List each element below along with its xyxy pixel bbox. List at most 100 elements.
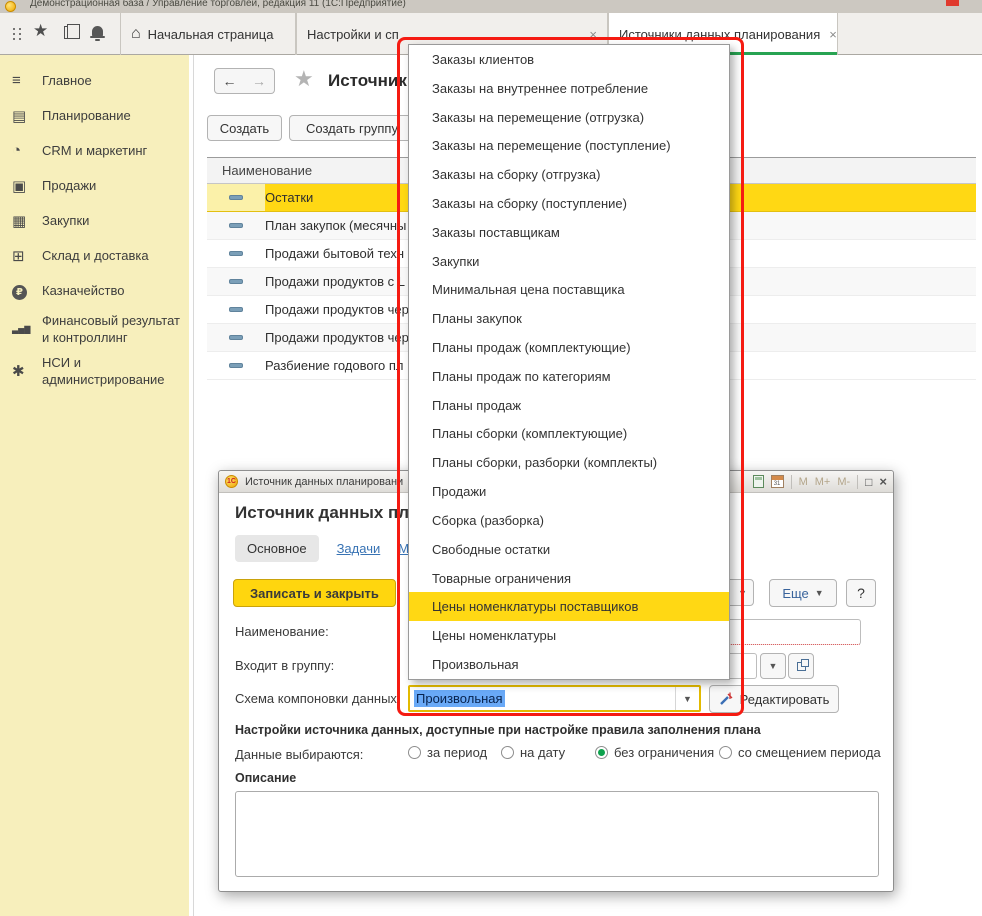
dropdown-item[interactable]: Планы продаж (комплектующие) <box>409 333 729 362</box>
dropdown-item[interactable]: Заказы поставщикам <box>409 218 729 247</box>
dropdown-item[interactable]: Планы продаж по категориям <box>409 362 729 391</box>
dropdown-item[interactable]: Минимальная цена поставщика <box>409 276 729 305</box>
sidebar-item-label: Финансовый результат и контроллинг <box>42 312 182 346</box>
tab-close-icon[interactable] <box>829 27 837 42</box>
item-dash-icon <box>229 279 243 284</box>
sidebar-item-label: Склад и доставка <box>42 247 182 264</box>
data-select-row: Данные выбираются: за период на дату без… <box>219 745 893 765</box>
group-dropdown-button[interactable] <box>760 653 786 679</box>
home-icon <box>131 25 141 43</box>
sidebar-item-label: НСИ и администрирование <box>42 354 182 388</box>
radio-icon <box>719 746 732 759</box>
favorite-star-icon[interactable] <box>294 66 314 92</box>
tab-main[interactable]: Основное <box>235 535 319 562</box>
tab-home[interactable]: Начальная страница <box>120 13 296 55</box>
back-icon <box>223 73 237 89</box>
item-dash-icon <box>229 223 243 228</box>
dropdown-item[interactable]: Товарные ограничения <box>409 564 729 593</box>
dropdown-item[interactable]: Свободные остатки <box>409 535 729 564</box>
sidebar: ≡ Главное ▤ Планирование ◔ CRM и маркети… <box>0 55 189 916</box>
dropdown-item[interactable]: Заказы клиентов <box>409 45 729 74</box>
create-group-button[interactable]: Создать группу <box>289 115 415 141</box>
sidebar-item-label: Продажи <box>42 177 182 194</box>
window-title: Демонстрационная база / Управление торго… <box>30 0 406 9</box>
calendar-icon[interactable]: 31 <box>771 475 784 488</box>
sidebar-item-main[interactable]: ≡ Главное <box>0 63 189 98</box>
edit-scheme-button[interactable]: Редактировать <box>709 685 839 713</box>
tab-close-icon[interactable] <box>589 27 597 42</box>
dropdown-item-highlighted[interactable]: Цены номенклатуры поставщиков <box>409 592 729 621</box>
scheme-combobox[interactable]: Произвольная <box>408 685 701 712</box>
chevron-down-icon <box>738 588 747 598</box>
dropdown-item[interactable]: Цены номенклатуры <box>409 621 729 650</box>
back-button[interactable] <box>214 68 245 94</box>
sidebar-item-finance[interactable]: ▃▅▇ Финансовый результат и контроллинг <box>0 308 189 350</box>
help-button[interactable]: ? <box>846 579 876 607</box>
sidebar-item-admin[interactable]: ✱ НСИ и администрирование <box>0 350 189 392</box>
radio-date[interactable]: на дату <box>501 745 565 760</box>
memory-mminus-button[interactable]: M- <box>837 476 850 488</box>
radio-label: за период <box>427 745 487 760</box>
more-button[interactable]: Еще <box>769 579 837 607</box>
dropdown-item[interactable]: Заказы на сборку (отгрузка) <box>409 160 729 189</box>
dropdown-item[interactable]: Сборка (разборка) <box>409 506 729 535</box>
memory-mplus-button[interactable]: M+ <box>815 476 831 488</box>
dropdown-item[interactable]: Закупки <box>409 247 729 276</box>
dropdown-item[interactable]: Заказы на сборку (поступление) <box>409 189 729 218</box>
settings-header: Настройки источника данных, доступные пр… <box>235 723 761 737</box>
scheme-dropdown-list: Заказы клиентов Заказы на внутреннее пот… <box>408 44 730 680</box>
scheme-dropdown-button[interactable] <box>675 687 699 710</box>
window-titlebar: Демонстрационная база / Управление торго… <box>0 0 982 13</box>
create-button[interactable]: Создать <box>207 115 282 141</box>
name-field-label: Наименование: <box>235 624 329 639</box>
sidebar-item-label: Закупки <box>42 212 182 229</box>
radio-checked-icon <box>595 746 608 759</box>
maximize-icon[interactable] <box>865 475 872 489</box>
sidebar-item-label: CRM и маркетинг <box>42 142 182 159</box>
sidebar-item-crm[interactable]: ◔ CRM и маркетинг <box>0 133 189 168</box>
close-icon[interactable] <box>879 474 887 489</box>
more-label: Еще <box>782 586 808 601</box>
dropdown-item[interactable]: Произвольная <box>409 650 729 679</box>
favorites-icon[interactable] <box>33 21 48 41</box>
row-icon-cell <box>207 268 265 295</box>
data-select-label: Данные выбираются: <box>235 747 363 762</box>
sidebar-item-planning[interactable]: ▤ Планирование <box>0 98 189 133</box>
dropdown-item[interactable]: Планы сборки, разборки (комплекты) <box>409 448 729 477</box>
history-icon[interactable] <box>64 26 75 39</box>
memory-m-button[interactable]: M <box>799 476 808 488</box>
chevron-down-icon <box>683 694 692 704</box>
finance-chart-icon: ▃▅▇ <box>12 325 42 334</box>
dropdown-item[interactable]: Планы закупок <box>409 304 729 333</box>
group-field-label: Входит в группу: <box>235 658 334 673</box>
save-and-close-button[interactable]: Записать и закрыть <box>233 579 396 607</box>
dropdown-item[interactable]: Продажи <box>409 477 729 506</box>
calculator-icon[interactable] <box>753 475 764 488</box>
scheme-selected-value: Произвольная <box>414 690 505 707</box>
dropdown-item[interactable]: Заказы на внутреннее потребление <box>409 74 729 103</box>
dropdown-item[interactable]: Планы сборки (комплектующие) <box>409 420 729 449</box>
dropdown-item[interactable]: Заказы на перемещение (отгрузка) <box>409 103 729 132</box>
radio-period[interactable]: за период <box>408 745 487 760</box>
radio-no-limit[interactable]: без ограничения <box>595 745 714 760</box>
item-dash-icon <box>229 307 243 312</box>
tab-settings-label: Настройки и сп <box>307 27 399 42</box>
description-textarea[interactable] <box>235 791 879 877</box>
sidebar-item-sales[interactable]: ▣ Продажи <box>0 168 189 203</box>
tab-home-label: Начальная страница <box>148 27 274 42</box>
chevron-down-icon <box>769 661 778 671</box>
dropdown-item[interactable]: Планы продаж <box>409 391 729 420</box>
notifications-icon[interactable] <box>92 26 103 36</box>
gear-icon: ✱ <box>12 362 42 380</box>
main-menu-icon: ≡ <box>12 72 42 89</box>
radio-period-shift[interactable]: со смещением периода <box>719 745 881 760</box>
edit-wand-icon <box>719 692 733 706</box>
sidebar-item-warehouse[interactable]: ⊞ Склад и доставка <box>0 238 189 273</box>
sidebar-item-purchases[interactable]: ▦ Закупки <box>0 203 189 238</box>
sections-menu-icon[interactable] <box>13 28 15 30</box>
group-open-button[interactable] <box>788 653 814 679</box>
tab-tasks[interactable]: Задачи <box>337 541 381 556</box>
dropdown-item[interactable]: Заказы на перемещение (поступление) <box>409 131 729 160</box>
sidebar-item-treasury[interactable]: ₽ Казначейство <box>0 273 189 308</box>
forward-button[interactable] <box>244 68 275 94</box>
